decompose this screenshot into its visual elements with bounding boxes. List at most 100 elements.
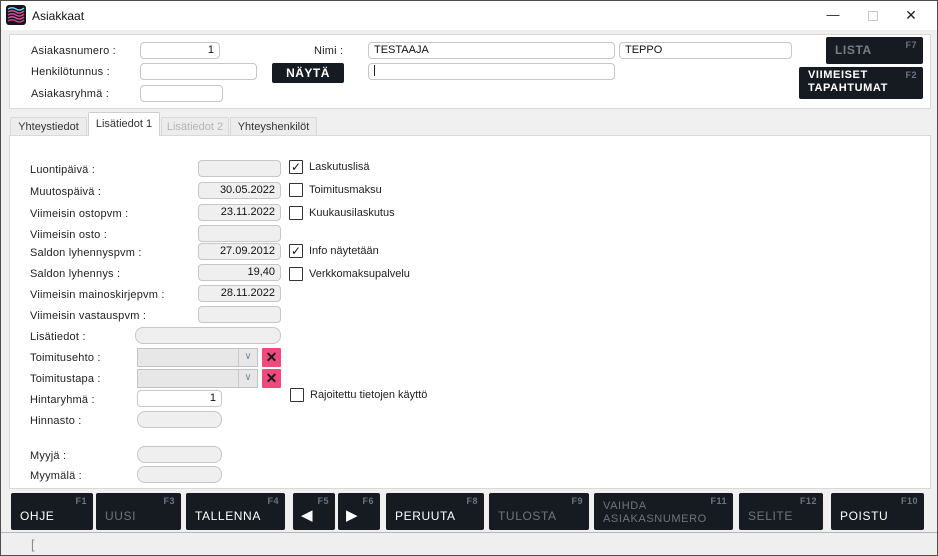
checkbox-laskutuslisa[interactable]: ✓	[289, 160, 303, 174]
viimeisin-ostopvm-label: Viimeisin ostopvm :	[30, 208, 128, 220]
hinnasto-label: Hinnasto :	[30, 415, 82, 427]
uusi-label: UUSI	[105, 509, 136, 523]
asiakasnumero-label: Asiakasnumero :	[31, 45, 116, 57]
muutospaiva-label: Muutospäivä :	[30, 186, 101, 198]
myyja-field[interactable]	[137, 446, 222, 463]
henkilotunnus-label: Henkilötunnus :	[31, 66, 110, 78]
poistu-label: POISTU	[840, 509, 888, 523]
toimitustapa-clear-icon[interactable]: ✕	[262, 369, 281, 388]
asiakasryhma-field[interactable]	[140, 85, 223, 102]
nayta-button[interactable]: NÄYTÄ	[272, 63, 344, 83]
tab-lisatiedot-2: Lisätiedot 2	[161, 117, 229, 136]
poistu-fkey: F10	[901, 496, 918, 506]
window-title: Asiakkaat	[32, 9, 84, 23]
status-bar: [	[1, 532, 937, 555]
app-window: Asiakkaat — ✕ Asiakasnumero : 1 Nimi : T…	[0, 0, 938, 556]
checkbox-laskutuslisa-label: Laskutuslisä	[309, 161, 370, 173]
saldon-lyhennyspvm-field: 27.09.2012	[198, 243, 281, 260]
viimeisin-osto-field	[198, 225, 281, 242]
tab-yhteystiedot[interactable]: Yhteystiedot	[10, 117, 87, 136]
tab-lisatiedot-1[interactable]: Lisätiedot 1	[88, 112, 160, 136]
henkilotunnus-field[interactable]	[140, 63, 257, 80]
nimi-label: Nimi :	[314, 45, 343, 57]
viimeiset-tapahtumat-button[interactable]: F2 VIIMEISET TAPAHTUMAT	[799, 67, 923, 99]
checkbox-kuukausilaskutus-label: Kuukausilaskutus	[309, 207, 395, 219]
lista-label: LISTA	[835, 43, 872, 57]
minimize-button[interactable]: —	[813, 1, 853, 29]
poistu-button[interactable]: F10 POISTU	[831, 493, 924, 530]
lista-fkey: F7	[905, 40, 917, 50]
uusi-fkey: F3	[163, 496, 175, 506]
viimeisin-vastauspvm-label: Viimeisin vastauspvm :	[30, 310, 146, 322]
arrow-right-icon: ▶	[346, 506, 358, 524]
nimi-last-field[interactable]: TESTAAJA	[368, 42, 615, 59]
customer-header-box: Asiakasnumero : 1 Nimi : TESTAAJA TEPPO …	[9, 34, 931, 109]
myyja-label: Myyjä :	[30, 450, 66, 462]
checkbox-kuukausilaskutus[interactable]	[289, 206, 303, 220]
toimitustapa-label: Toimitustapa :	[30, 373, 101, 385]
myymala-field[interactable]	[137, 466, 222, 483]
prev-fkey: F5	[317, 496, 329, 506]
previous-record-button[interactable]: F5 ◀	[293, 493, 335, 530]
next-record-button[interactable]: F6 ▶	[338, 493, 380, 530]
tallenna-fkey: F4	[267, 496, 279, 506]
checkbox-rajoitettu-label: Rajoitettu tietojen käyttö	[310, 389, 427, 401]
lisatiedot-field[interactable]	[135, 327, 281, 344]
tulosta-label: TULOSTA	[498, 509, 557, 523]
asiakasryhma-label: Asiakasryhmä :	[31, 88, 109, 100]
arrow-left-icon: ◀	[301, 506, 313, 524]
title-bar: Asiakkaat — ✕	[1, 1, 937, 30]
selite-fkey: F12	[800, 496, 817, 506]
toimitusehto-dropdown[interactable]: ∨	[137, 348, 258, 367]
ohje-fkey: F1	[75, 496, 87, 506]
saldon-lyhennyspvm-label: Saldon lyhennyspvm :	[30, 247, 142, 259]
hintaryhma-label: Hintaryhmä :	[30, 394, 95, 406]
chevron-down-icon[interactable]: ∨	[238, 349, 257, 366]
status-caret: [	[31, 537, 35, 552]
text-caret	[374, 65, 375, 76]
nimi-first-field[interactable]: TEPPO	[619, 42, 792, 59]
viimeisin-ostopvm-field: 23.11.2022	[198, 204, 281, 221]
app-logo-icon	[6, 5, 26, 25]
asiakasnumero-field[interactable]: 1	[140, 42, 220, 59]
saldon-lyhennys-label: Saldon lyhennys :	[30, 268, 120, 280]
toimitustapa-dropdown[interactable]: ∨	[137, 369, 258, 388]
vaihda-asiakasnumero-button: F11 VAIHDA ASIAKASNUMERO	[594, 493, 733, 530]
hintaryhma-field[interactable]: 1	[137, 390, 222, 407]
chevron-down-icon[interactable]: ∨	[238, 370, 257, 387]
next-fkey: F6	[362, 496, 374, 506]
tulosta-fkey: F9	[571, 496, 583, 506]
myymala-label: Myymälä :	[30, 470, 82, 482]
muutospaiva-field: 30.05.2022	[198, 182, 281, 199]
tallenna-button[interactable]: F4 TALLENNA	[186, 493, 285, 530]
checkbox-toimitusmaksu-label: Toimitusmaksu	[309, 184, 382, 196]
selite-label: SELITE	[748, 509, 793, 523]
checkbox-verkkomaksupalvelu-label: Verkkomaksupalvelu	[309, 268, 410, 280]
viimeisin-mainoskirjepvm-label: Viimeisin mainoskirjepvm :	[30, 289, 165, 301]
luontipaiva-label: Luontipäivä :	[30, 164, 95, 176]
checkbox-info-naytetaan-label: Info näytetään	[309, 245, 379, 257]
viimeisin-mainoskirjepvm-field: 28.11.2022	[198, 285, 281, 302]
toimitusehto-label: Toimitusehto :	[30, 352, 101, 364]
close-button[interactable]: ✕	[891, 1, 931, 29]
hinnasto-field[interactable]	[137, 411, 222, 428]
maximize-button	[853, 1, 893, 29]
checkbox-info-naytetaan[interactable]: ✓	[289, 244, 303, 258]
ohje-label: OHJE	[20, 509, 54, 523]
checkmark-icon: ✓	[291, 244, 301, 258]
tab-yhteyshenkilot[interactable]: Yhteyshenkilöt	[230, 117, 317, 136]
checkbox-verkkomaksupalvelu[interactable]	[289, 267, 303, 281]
nimi-extra-field[interactable]	[368, 63, 615, 80]
peruuta-button[interactable]: F8 PERUUTA	[386, 493, 484, 530]
ohje-button[interactable]: F1 OHJE	[11, 493, 93, 530]
luontipaiva-field	[198, 160, 281, 177]
viimeisin-vastauspvm-field	[198, 306, 281, 323]
checkbox-toimitusmaksu[interactable]	[289, 183, 303, 197]
checkbox-rajoitettu-tietojen-kaytto[interactable]	[290, 388, 304, 402]
viimeiset-label: VIIMEISET TAPAHTUMAT	[808, 69, 918, 95]
lista-button[interactable]: F7 LISTA	[826, 37, 923, 64]
lisatiedot-panel: Luontipäivä : Muutospäivä : 30.05.2022 V…	[9, 135, 931, 489]
vaihda-label: VAIHDA ASIAKASNUMERO	[603, 500, 723, 526]
toimitusehto-clear-icon[interactable]: ✕	[262, 348, 281, 367]
tulosta-button: F9 TULOSTA	[489, 493, 589, 530]
